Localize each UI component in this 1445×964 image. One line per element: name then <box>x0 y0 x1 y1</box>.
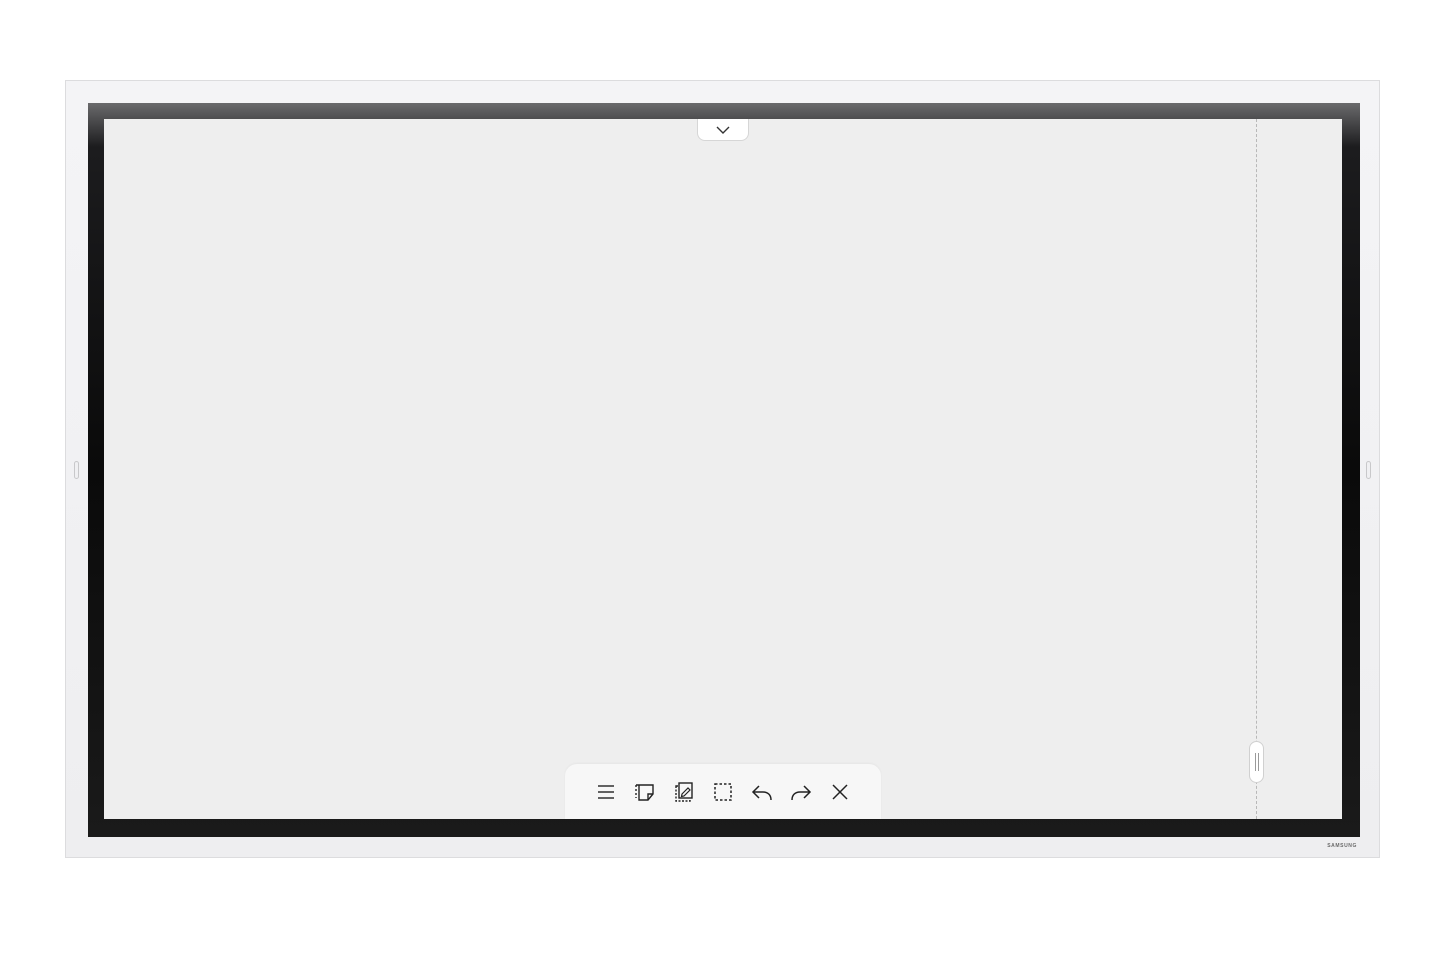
import-page-icon <box>675 781 693 802</box>
top-panel-toggle-button[interactable] <box>697 119 749 141</box>
sticky-note-button[interactable] <box>631 777 660 806</box>
import-page-button[interactable] <box>670 777 699 806</box>
menu-icon <box>598 784 614 799</box>
undo-icon <box>751 784 772 800</box>
display-bezel <box>88 103 1360 837</box>
close-button[interactable] <box>826 777 855 806</box>
undo-button[interactable] <box>748 777 777 806</box>
drag-handle-icon <box>1254 753 1256 771</box>
selection-icon <box>714 782 732 801</box>
bottom-toolbar <box>565 764 881 819</box>
right-side-sensor <box>1366 461 1371 479</box>
page-scroll-handle[interactable] <box>1249 741 1264 783</box>
page-divider-line <box>1256 119 1257 819</box>
display-frame: SAMSUNG <box>65 80 1380 858</box>
brand-logo: SAMSUNG <box>1327 843 1357 849</box>
close-icon <box>832 783 848 800</box>
left-side-sensor <box>74 461 79 479</box>
menu-button[interactable] <box>592 777 621 806</box>
redo-button[interactable] <box>787 777 816 806</box>
redo-icon <box>791 784 812 800</box>
whiteboard-canvas[interactable] <box>104 119 1342 819</box>
select-area-button[interactable] <box>709 777 738 806</box>
sticky-note-icon <box>635 783 654 801</box>
chevron-down-icon <box>716 126 730 134</box>
